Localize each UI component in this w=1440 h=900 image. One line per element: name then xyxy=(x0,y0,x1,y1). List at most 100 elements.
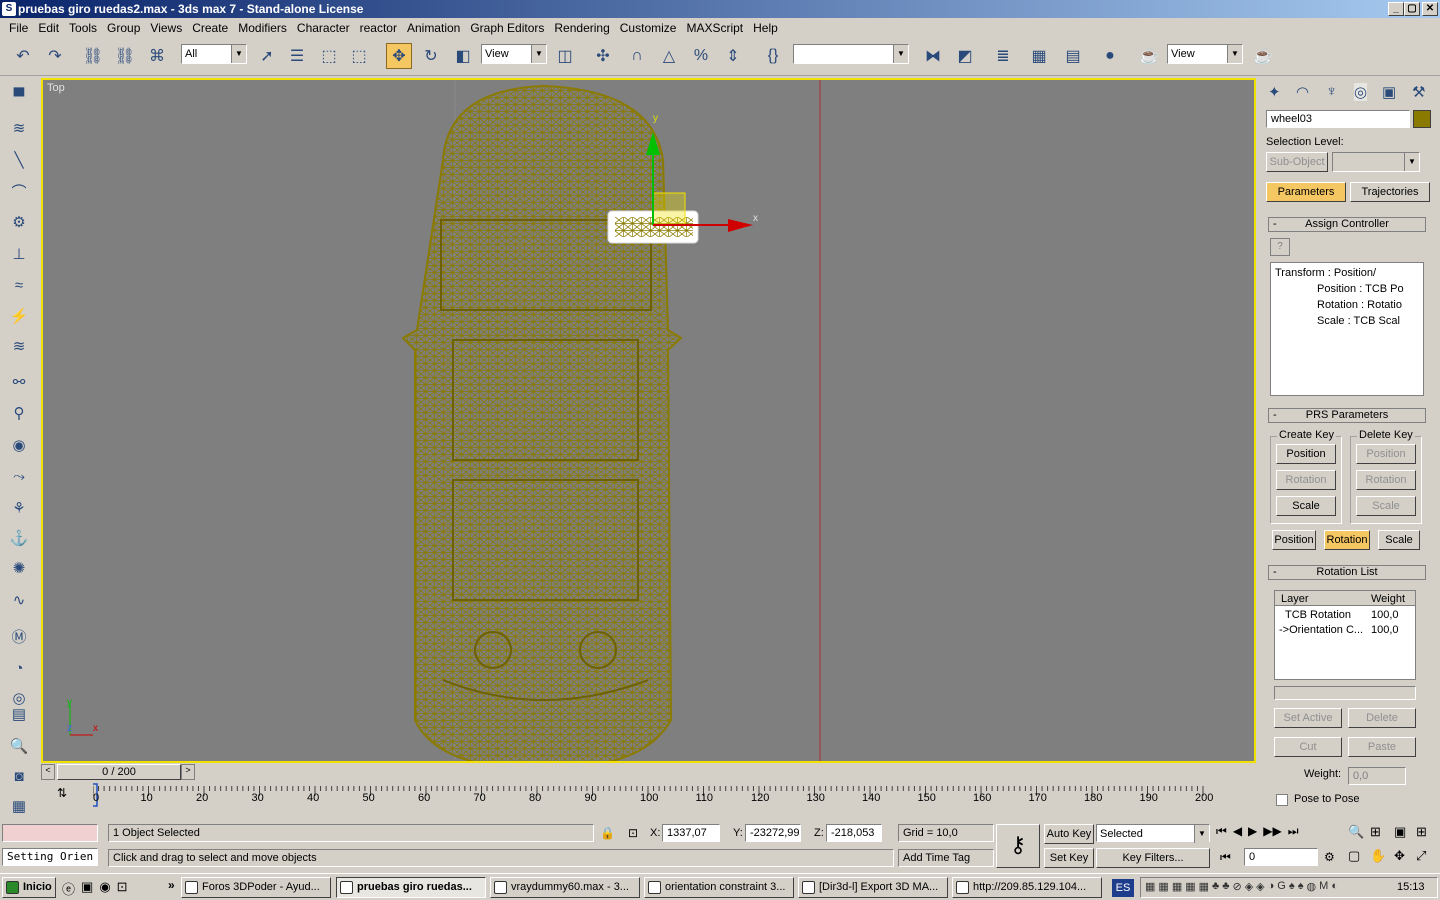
task-button[interactable]: [Dir3d-l] Export 3D MA... xyxy=(798,877,948,898)
previous-frame-icon[interactable]: ◀ xyxy=(1233,824,1242,842)
time-configuration-icon[interactable]: ⚙ xyxy=(1324,850,1335,864)
close-button[interactable]: ✕ xyxy=(1422,2,1438,16)
menu-group[interactable]: Group xyxy=(102,21,145,35)
quick-render-icon[interactable]: ☕ xyxy=(1250,43,1276,69)
tray-mail-icon[interactable]: M xyxy=(1319,880,1328,896)
tray-antivirus-icon[interactable]: ⊘ xyxy=(1232,880,1241,896)
schematic-view-icon[interactable]: ▤ xyxy=(1060,43,1086,69)
tray-google-icon[interactable]: G xyxy=(1277,880,1286,896)
wind-icon[interactable]: ⤳ xyxy=(6,464,32,488)
pivot-center-icon[interactable]: ◫ xyxy=(552,43,578,69)
weight-spinner[interactable]: 0,0 xyxy=(1348,767,1406,785)
properties-icon[interactable]: ▤ xyxy=(6,702,32,726)
delete-rotation-key-button[interactable]: Rotation xyxy=(1356,470,1416,490)
zoom-extents-all-icon[interactable]: ⊞ xyxy=(1416,824,1427,840)
linear-dashpot-icon[interactable]: ∿ xyxy=(6,588,32,612)
delete-button[interactable]: Delete xyxy=(1348,708,1416,728)
arc-rotate-icon[interactable]: ✥ xyxy=(1394,848,1405,864)
menu-create[interactable]: Create xyxy=(187,21,233,35)
select-and-rotate-icon[interactable]: ↻ xyxy=(418,43,444,69)
redo-icon[interactable]: ↷ xyxy=(42,43,68,69)
spring-icon[interactable]: ≈ xyxy=(6,273,32,297)
hierarchy-tab-icon[interactable]: ♆ xyxy=(1326,83,1337,100)
menu-tools[interactable]: Tools xyxy=(64,21,102,35)
rectangular-selection-icon[interactable]: ⬚ xyxy=(316,43,342,69)
task-button[interactable]: Foros 3DPoder - Ayud... xyxy=(181,877,331,898)
time-slider[interactable]: < 0 / 200 > xyxy=(41,764,1256,780)
snaps-toggle-icon[interactable]: ∩ xyxy=(624,43,650,69)
edit-named-selection-icon[interactable]: {} xyxy=(760,43,786,69)
delete-scale-key-button[interactable]: Scale xyxy=(1356,496,1416,516)
angle-snap-icon[interactable]: △ xyxy=(656,43,682,69)
trajectories-button[interactable]: Trajectories xyxy=(1350,182,1430,202)
tray-app-icon[interactable]: ◈ xyxy=(1256,880,1264,896)
menu-modifiers[interactable]: Modifiers xyxy=(233,21,292,35)
tray-app-icon[interactable]: ▦ xyxy=(1172,880,1182,896)
ragdoll-icon[interactable]: ⚘ xyxy=(6,496,32,520)
scale-mode-button[interactable]: Scale xyxy=(1378,530,1420,550)
reference-coordinate-dropdown[interactable]: View ▼ xyxy=(481,44,547,64)
current-frame-field[interactable]: 0 xyxy=(1244,848,1318,866)
language-indicator[interactable]: ES xyxy=(1112,879,1134,897)
tray-app-icon[interactable]: ▦ xyxy=(1145,880,1155,896)
list-row-layer[interactable]: TCB Rotation xyxy=(1285,609,1351,621)
set-key-button[interactable]: Set Key xyxy=(1044,848,1094,868)
tray-network-icon[interactable]: ◐ xyxy=(1331,880,1338,896)
maximize-button[interactable]: ▢ xyxy=(1404,2,1420,16)
selection-filter-dropdown[interactable]: All ▼ xyxy=(181,44,247,64)
zoom-all-icon[interactable]: ⊞ xyxy=(1370,824,1381,840)
rotation-mode-button[interactable]: Rotation xyxy=(1324,530,1370,550)
percent-snap-icon[interactable]: % xyxy=(688,43,714,69)
deforming-mesh-icon[interactable]: ⚙ xyxy=(6,210,32,234)
menu-help[interactable]: Help xyxy=(748,21,783,35)
maxscript-output[interactable]: Setting Orien xyxy=(2,848,98,866)
track-bar[interactable]: ⇅ 0 10 20 30 40 50 60 70 80 90 100 110 120 130 140 150 1… xyxy=(41,782,1256,810)
align-icon[interactable]: ◩ xyxy=(952,43,978,69)
menu-rendering[interactable]: Rendering xyxy=(549,21,614,35)
pose-to-pose-checkbox[interactable] xyxy=(1276,794,1288,806)
y-coordinate-field[interactable]: -23272,996 xyxy=(745,824,801,842)
key-mode-toggle-icon[interactable]: ⏮ xyxy=(1220,850,1231,865)
modify-tab-icon[interactable]: ◠ xyxy=(1296,83,1309,101)
next-frame-icon[interactable]: ▶▶ xyxy=(1263,824,1281,842)
open-mini-curve-editor-icon[interactable]: ⇅ xyxy=(51,786,73,804)
maximize-viewport-icon[interactable]: ⤢ xyxy=(1416,848,1426,864)
tree-item-transform[interactable]: Transform : Position/ xyxy=(1275,267,1376,279)
menu-file[interactable]: File xyxy=(4,21,33,35)
render-scene-icon[interactable]: ☕ xyxy=(1136,43,1162,69)
menu-views[interactable]: Views xyxy=(145,21,187,35)
quick-launch-more-icon[interactable]: » xyxy=(168,878,175,892)
hinge-icon[interactable]: ⚲ xyxy=(6,401,32,425)
show-desktop-icon[interactable]: ▣ xyxy=(81,879,93,897)
menu-edit[interactable]: Edit xyxy=(33,21,64,35)
lock-selection-icon[interactable]: 🔒 xyxy=(600,826,615,840)
create-tab-icon[interactable]: ✦ xyxy=(1268,83,1281,101)
next-frame-arrow-icon[interactable]: > xyxy=(181,764,195,780)
tray-app-icon[interactable]: ◈ xyxy=(1245,880,1253,896)
cloth-collection-icon[interactable]: ≋ xyxy=(6,116,32,140)
toy-car-icon[interactable]: ⚯ xyxy=(6,370,32,394)
material-editor-icon[interactable]: ● xyxy=(1097,43,1123,69)
tray-app-icon[interactable]: ◑ xyxy=(1268,880,1275,896)
sub-object-button[interactable]: Sub-Object xyxy=(1266,152,1328,172)
preview-animation-icon[interactable]: ◔ xyxy=(6,656,32,680)
rigid-body-collection-icon[interactable]: ▀ xyxy=(6,84,32,108)
prev-frame-arrow-icon[interactable]: < xyxy=(41,764,55,780)
set-key-icon[interactable]: ⚷ xyxy=(996,824,1040,868)
camera-icon[interactable]: ◙ xyxy=(6,764,32,788)
select-and-move-icon[interactable]: ✥ xyxy=(386,43,412,69)
motor-m-icon[interactable]: Ⓜ xyxy=(6,624,32,648)
tray-app-icon[interactable]: ♠ xyxy=(1298,880,1304,896)
unlink-icon[interactable]: ⛓ xyxy=(112,43,138,69)
tree-item-position[interactable]: Position : TCB Po xyxy=(1317,283,1404,295)
layer-manager-icon[interactable]: ≣ xyxy=(990,43,1016,69)
rotation-list-table[interactable]: Layer Weight TCB Rotation 100,0 ->Orient… xyxy=(1274,590,1416,680)
tray-app-icon[interactable]: ♣ xyxy=(1212,880,1219,896)
menu-graph-editors[interactable]: Graph Editors xyxy=(465,21,549,35)
fracture-icon[interactable]: ⚡ xyxy=(6,304,32,328)
rotation-list-name-field[interactable] xyxy=(1274,686,1416,700)
delete-position-key-button[interactable]: Position xyxy=(1356,444,1416,464)
viewport-top[interactable]: Top y x y z x xyxy=(41,78,1256,763)
tray-app-icon[interactable]: ▦ xyxy=(1185,880,1195,896)
assign-controller-help-icon[interactable]: ? xyxy=(1270,238,1290,256)
